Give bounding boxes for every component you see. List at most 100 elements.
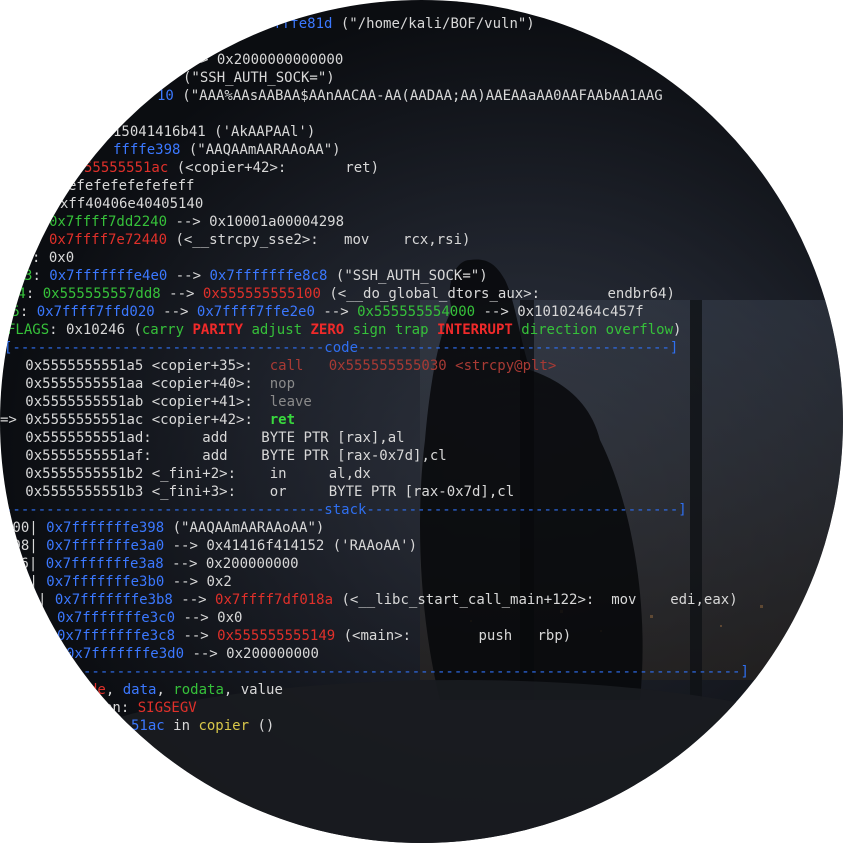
address: ffffe81d [265, 16, 333, 32]
value: (<__do_global_dtors_aux>: endbr64) [320, 286, 675, 302]
register-line: 0x7ffff7dd2240 --> 0x10001a00004298 [49, 213, 344, 231]
register-line: ffffe81d ("/home/kali/BOF/vuln") [265, 15, 535, 33]
value: A") [99, 106, 125, 122]
stack-line: 008| 0x7fffffffe3a0 --> 0x41416f414152 (… [4, 537, 417, 555]
register-line: 0x7ffff7e72440 (<__strcpy_sse2>: mov rcx… [49, 231, 470, 249]
value: () [249, 718, 275, 734]
value: (<__libc_start_call_main+122>: mov edi,e… [333, 592, 738, 608]
stack-line: 0x7fffffffe3c8 --> 0x555555555149 (<main… [57, 627, 571, 645]
instruction-address: 0x5555555551af: [0, 448, 203, 464]
address: 55555551ac [84, 160, 169, 176]
address: 0x7fffffffe4e0 [49, 268, 168, 284]
address: 0x555555555149 [217, 628, 336, 644]
instruction: add BYTE PTR [rax-0x7d],cl [202, 448, 447, 464]
value: efefefefefefeff [68, 178, 195, 194]
register-line: : 0x0 [32, 249, 74, 267]
flag: carry [141, 322, 185, 338]
address: 0x7fffffffe3c8 [57, 628, 176, 644]
code-line: 0x5555555551aa <copier+40>: nop [0, 375, 295, 393]
address: 0x555555557dd8 [42, 286, 161, 302]
address: ffffe398 [113, 142, 181, 158]
flag: overflow [605, 322, 673, 338]
register-line: ffffe398 ("AAQAAmAARAAoAA") [113, 141, 341, 159]
arrow: --> [172, 592, 216, 608]
register-name: 14 [9, 286, 26, 302]
address: 0x555555554000 [357, 304, 476, 320]
bottom-separator: ----------------------------------------… [83, 664, 749, 680]
value: ("SSH_AUTH_SOCK=") [327, 268, 488, 284]
separator: , [105, 682, 123, 698]
register-line: A") [99, 105, 124, 123]
address: 0x7fffffffe3a0 [46, 538, 165, 554]
current-instruction-arrow: => [0, 412, 26, 428]
address: 0x7ffff7ffd020 [36, 304, 155, 320]
address: 0x7fffffffe3d0 [66, 646, 185, 662]
address: 0x555555555100 [202, 286, 321, 302]
function-name: copier [198, 718, 250, 734]
flag: ZERO [310, 322, 345, 338]
stopped-line: 51ac in copier () [131, 717, 274, 735]
instruction-address: 0x5555555551a5 <copier+35>: [0, 358, 270, 374]
code-separator: [-------------------------------------co… [4, 340, 679, 356]
stack-line: 16| 0x7fffffffe3a8 --> 0x200000000 [12, 555, 299, 573]
stack-offset: 16| [12, 556, 46, 572]
value: 0x0 [48, 250, 75, 266]
register-line: efefefefefefeff [68, 177, 194, 195]
value: (<copier+42>: ret) [168, 160, 380, 176]
arrow: --> [154, 304, 197, 320]
value: ("AAQAAmAARAAoAA") [164, 520, 325, 536]
code-line: 0x5555555551a5 <copier+35>: call 0x55555… [0, 357, 556, 375]
separator: : [32, 250, 49, 266]
eflags-line: FLAGS: 0x10246 (carry PARITY adjust ZERO… [7, 321, 681, 339]
value: xff40406e40405140 [60, 196, 204, 212]
instruction: or BYTE PTR [rax-0x7d],cl [269, 484, 515, 500]
address: 0x7ffff7ffe2e0 [196, 304, 315, 320]
stack-offset: 4| [21, 574, 47, 590]
address: 0x7ffff7e72440 [49, 232, 168, 248]
code-line: 0x5555555551af: add BYTE PTR [rax-0x7d],… [0, 447, 447, 465]
instruction-address: 0x5555555551b3 <_fini+3>: [0, 484, 270, 500]
address: 0x7fffffffe3a8 [45, 556, 164, 572]
address: 0x7ffff7df018a [215, 592, 334, 608]
signal-label: on: [104, 700, 138, 716]
value: ("AAA%AAsAABAA$AAnAACAA-AA(AADAA;AA)AAEA… [173, 88, 663, 104]
circular-viewport: ffffe81d ("/home/kali/BOF/vuln") > 0x200… [0, 0, 843, 843]
register-line: 3: 0x7fffffffe4e0 --> 0x7fffffffe8c8 ("S… [24, 267, 488, 285]
instruction: nop [269, 376, 296, 392]
value: --> 0x0 [175, 610, 243, 626]
value: --> 0x41416f414152 ('RAAoAA') [164, 538, 418, 554]
register-line: 55555551ac (<copier+42>: ret) [84, 159, 379, 177]
instruction: leave [269, 394, 312, 410]
instruction-address: 0x5555555551b2 <_fini+2>: [0, 466, 270, 482]
signal-value: SIGSEGV [137, 700, 197, 716]
arrow: --> [175, 628, 218, 644]
instruction-address: 0x5555555551ad: [0, 430, 203, 446]
flag: sign [352, 322, 387, 338]
instruction-address: 0x5555555551ac <copier+42>: [25, 412, 270, 428]
instruction: in al,dx [269, 466, 371, 482]
address: 0x7fffffffe8c8 [209, 268, 328, 284]
value: ("SSH_AUTH_SOCK=") [183, 70, 335, 86]
stack-line: 4| 0x7fffffffe3b0 --> 0x2 [21, 573, 232, 591]
stack-line: 0x7fffffffe3c0 --> 0x0 [57, 609, 242, 627]
value: --> 0x200000000 [184, 646, 319, 662]
arrow: --> [167, 268, 210, 284]
arrow: --> [314, 304, 358, 320]
value: 15041416b41 ('AkAAPAAl') [113, 124, 316, 140]
value: --> 0x2 [164, 574, 232, 590]
address: 0x7fffffffe3c0 [57, 610, 176, 626]
separator: in [164, 718, 199, 734]
address: 0x7fffffffe3b8 [54, 592, 173, 608]
stack-line: 000| 0x7fffffffe398 ("AAQAAmAARAAoAA") [4, 519, 324, 537]
register-name: FLAGS [7, 322, 50, 338]
instruction-address: 0x5555555551aa <copier+40>: [0, 376, 270, 392]
stack-separator: --------------------------------------st… [4, 502, 687, 518]
flag: direction [521, 322, 598, 338]
legend-value: value [240, 682, 283, 698]
flag: trap [394, 322, 429, 338]
value: (<__strcpy_sse2>: mov rcx,rsi) [167, 232, 471, 248]
legend-code: de [89, 682, 106, 698]
value: --> 0x10001a00004298 [167, 214, 345, 230]
signal-line: on: SIGSEGV [104, 699, 197, 717]
value: --> 0x10102464c457f [475, 304, 644, 320]
